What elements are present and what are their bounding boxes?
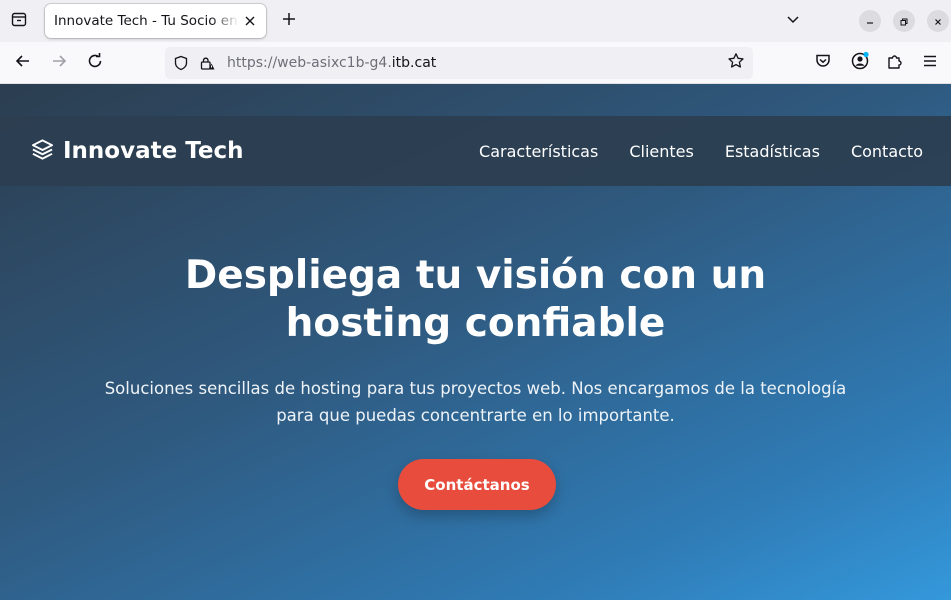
back-arrow-icon [14, 52, 32, 74]
lock-warning-icon[interactable] [199, 55, 215, 71]
reload-button[interactable] [80, 48, 110, 78]
reload-icon [86, 52, 104, 74]
window-close-icon [933, 12, 943, 31]
account-button[interactable] [845, 48, 875, 78]
new-tab-button[interactable] [276, 8, 302, 34]
back-button[interactable] [8, 48, 38, 78]
nav-link-caracteristicas[interactable]: Características [479, 142, 598, 161]
pocket-button[interactable] [808, 48, 838, 78]
menu-icon [922, 53, 938, 73]
site-header: Innovate Tech Características Clientes E… [0, 116, 951, 186]
app-menu-button[interactable] [915, 48, 945, 78]
window-close-button[interactable] [927, 10, 949, 32]
shield-icon[interactable] [173, 55, 189, 71]
url-text[interactable]: https://web-asixc1b-g4.itb.cat [227, 47, 436, 79]
navigation-toolbar: https://web-asixc1b-g4.itb.cat [0, 42, 951, 84]
restore-icon [899, 12, 909, 31]
minimize-button[interactable] [859, 10, 881, 32]
contact-button[interactable]: Contáctanos [398, 459, 556, 510]
plus-icon [281, 11, 297, 31]
nav-link-contacto[interactable]: Contacto [851, 142, 923, 161]
hero-section: Despliega tu visión con un hosting confi… [0, 252, 951, 429]
forward-arrow-icon [50, 52, 68, 74]
restore-button[interactable] [893, 10, 915, 32]
bookmark-button[interactable] [725, 52, 747, 74]
tab-bar: Innovate Tech - Tu Socio en Hosting [0, 0, 951, 42]
extensions-button[interactable] [880, 48, 910, 78]
tab-list-icon [10, 10, 28, 32]
star-icon [727, 52, 745, 74]
close-icon [244, 12, 256, 31]
list-all-tabs-button[interactable] [781, 8, 805, 32]
site-name: Innovate Tech [63, 138, 244, 164]
nav-link-estadisticas[interactable]: Estadísticas [725, 142, 820, 161]
pocket-icon [814, 52, 832, 74]
site-logo[interactable]: Innovate Tech [31, 116, 243, 186]
active-tab[interactable]: Innovate Tech - Tu Socio en Hosting [45, 4, 266, 38]
nav-link-clientes[interactable]: Clientes [629, 142, 694, 161]
layers-icon [31, 138, 54, 165]
page-viewport: Innovate Tech Características Clientes E… [0, 84, 951, 600]
tab-list-button[interactable] [4, 6, 34, 36]
site-nav: Características Clientes Estadísticas Co… [479, 116, 923, 186]
minimize-icon [865, 12, 875, 31]
forward-button[interactable] [44, 48, 74, 78]
tab-title: Innovate Tech - Tu Socio en Hosting [54, 13, 239, 29]
extensions-icon [886, 52, 904, 74]
tab-close-button[interactable] [240, 11, 260, 31]
url-bar[interactable]: https://web-asixc1b-g4.itb.cat [165, 47, 753, 79]
account-icon [850, 51, 870, 75]
chevron-down-icon [786, 11, 800, 30]
url-prefix: https://web-asixc1b-g4. [227, 55, 392, 71]
hero-subtitle: Soluciones sencillas de hosting para tus… [104, 379, 847, 425]
hero-title: Despliega tu visión con un hosting confi… [184, 253, 767, 346]
url-host: itb.cat [391, 55, 437, 71]
